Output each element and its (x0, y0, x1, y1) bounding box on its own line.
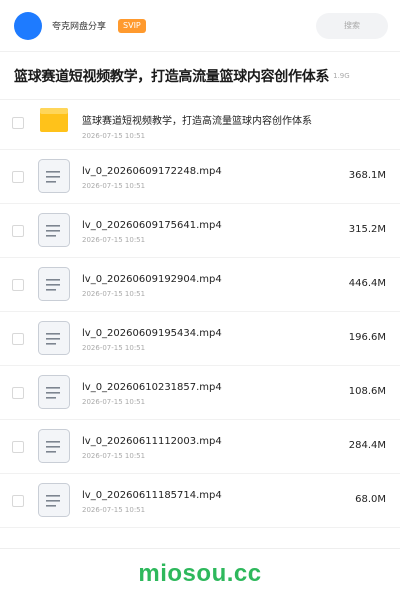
list-item[interactable]: lv_0_20260611185714.mp4 2026-07-15 10:51… (0, 474, 400, 528)
item-size: 368.1M (348, 170, 386, 181)
item-name: lv_0_20260610231857.mp4 (82, 382, 222, 393)
divider (0, 548, 400, 549)
document-icon (38, 483, 70, 517)
total-size: 1.9G (333, 71, 350, 80)
list-item[interactable]: lv_0_20260609192904.mp4 2026-07-15 10:51… (0, 258, 400, 312)
item-date: 2026-07-15 10:51 (82, 452, 146, 460)
search-input[interactable] (316, 12, 388, 39)
list-item-folder[interactable]: 篮球赛道短视频教学，打造高流量篮球内容创作体系 2026-07-15 10:51 (0, 96, 400, 150)
document-icon (38, 375, 70, 409)
item-name: lv_0_20260611112003.mp4 (82, 436, 222, 447)
page-title: 篮球赛道短视频教学，打造高流量篮球内容创作体系 (14, 68, 330, 85)
checkbox[interactable] (12, 117, 24, 129)
item-date: 2026-07-15 10:51 (82, 506, 146, 514)
folder-icon (40, 108, 68, 132)
share-page: 夸克网盘分享 SVIP 篮球赛道短视频教学，打造高流量篮球内容创作体系 1.9G… (0, 0, 400, 600)
list-item[interactable]: lv_0_20260609172248.mp4 2026-07-15 10:51… (0, 150, 400, 204)
list-item[interactable]: lv_0_20260611112003.mp4 2026-07-15 10:51… (0, 420, 400, 474)
document-icon (38, 267, 70, 301)
item-date: 2026-07-15 10:51 (82, 236, 146, 244)
checkbox[interactable] (12, 171, 24, 183)
item-date: 2026-07-15 10:51 (82, 132, 146, 140)
share-title-row: 篮球赛道短视频教学，打造高流量篮球内容创作体系 1.9G (0, 52, 400, 100)
document-icon (38, 321, 70, 355)
document-icon (38, 159, 70, 193)
item-date: 2026-07-15 10:51 (82, 290, 146, 298)
item-size: 196.6M (348, 332, 386, 343)
item-date: 2026-07-15 10:51 (82, 182, 146, 190)
checkbox[interactable] (12, 495, 24, 507)
item-size: 68.0M (355, 494, 386, 505)
brand-name: 夸克网盘分享 (52, 22, 107, 32)
document-icon (38, 429, 70, 463)
checkbox[interactable] (12, 225, 24, 237)
item-name: 篮球赛道短视频教学，打造高流量篮球内容创作体系 (82, 116, 312, 127)
checkbox[interactable] (12, 279, 24, 291)
item-date: 2026-07-15 10:51 (82, 344, 146, 352)
list-item[interactable]: lv_0_20260609195434.mp4 2026-07-15 10:51… (0, 312, 400, 366)
item-name: lv_0_20260609195434.mp4 (82, 328, 222, 339)
list-item[interactable]: lv_0_20260610231857.mp4 2026-07-15 10:51… (0, 366, 400, 420)
file-list: 篮球赛道短视频教学，打造高流量篮球内容创作体系 2026-07-15 10:51… (0, 96, 400, 528)
item-name: lv_0_20260609175641.mp4 (82, 220, 222, 231)
item-size: 284.4M (348, 440, 386, 451)
watermark: miosou.cc (138, 560, 262, 587)
item-name: lv_0_20260609192904.mp4 (82, 274, 222, 285)
avatar[interactable] (14, 11, 42, 40)
item-size: 315.2M (348, 224, 386, 235)
checkbox[interactable] (12, 441, 24, 453)
list-item[interactable]: lv_0_20260609175641.mp4 2026-07-15 10:51… (0, 204, 400, 258)
item-name: lv_0_20260611185714.mp4 (82, 490, 222, 501)
item-name: lv_0_20260609172248.mp4 (82, 166, 222, 177)
document-icon (38, 213, 70, 247)
item-date: 2026-07-15 10:51 (82, 398, 146, 406)
checkbox[interactable] (12, 387, 24, 399)
header: 夸克网盘分享 SVIP (0, 0, 400, 52)
checkbox[interactable] (12, 333, 24, 345)
item-size: 446.4M (348, 278, 386, 289)
item-size: 108.6M (348, 386, 386, 397)
svip-badge: SVIP (118, 18, 146, 33)
